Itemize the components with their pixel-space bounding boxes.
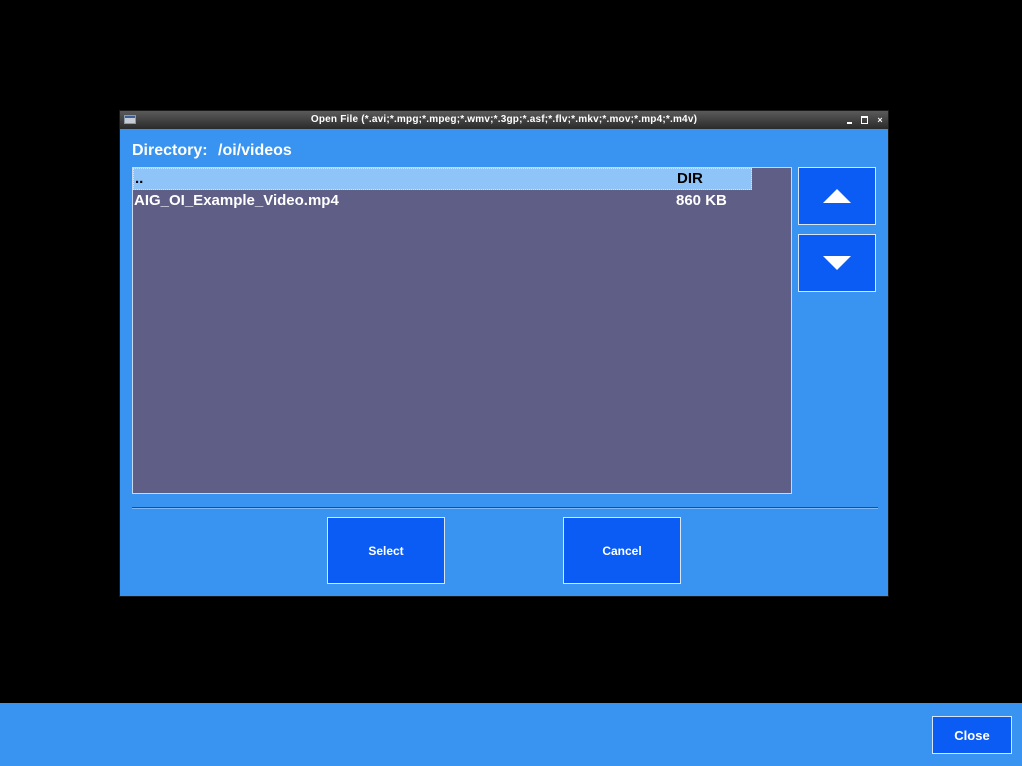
- file-name: ..: [135, 170, 144, 187]
- bottom-bar: Close: [0, 703, 1022, 766]
- arrow-down-icon: [823, 256, 851, 270]
- window-icon: [124, 115, 136, 124]
- select-button[interactable]: Select: [327, 517, 445, 584]
- open-file-dialog: Open File (*.avi;*.mpg;*.mpeg;*.wmv;*.3g…: [119, 110, 889, 597]
- close-button[interactable]: Close: [932, 716, 1012, 754]
- list-item-parent-dir[interactable]: .. DIR: [133, 168, 752, 190]
- file-list[interactable]: .. DIR AIG_OI_Example_Video.mp4 860 KB: [132, 167, 792, 494]
- divider: [132, 507, 878, 509]
- titlebar[interactable]: Open File (*.avi;*.mpg;*.mpeg;*.wmv;*.3g…: [120, 111, 888, 129]
- arrow-up-icon: [823, 189, 851, 203]
- minimize-icon[interactable]: [846, 111, 854, 129]
- cancel-button[interactable]: Cancel: [563, 517, 681, 584]
- screen: Open File (*.avi;*.mpg;*.mpeg;*.wmv;*.3g…: [0, 0, 1022, 766]
- file-name: AIG_OI_Example_Video.mp4: [134, 192, 339, 209]
- directory-path: /oi/videos: [218, 142, 292, 159]
- scroll-up-button[interactable]: [798, 167, 876, 225]
- window-title: Open File (*.avi;*.mpg;*.mpeg;*.wmv;*.3g…: [310, 114, 698, 125]
- file-size: DIR: [677, 170, 703, 187]
- directory-row: Directory: /oi/videos: [132, 142, 292, 160]
- list-item-video-file[interactable]: AIG_OI_Example_Video.mp4 860 KB: [133, 190, 791, 212]
- file-size: 860 KB: [676, 192, 727, 209]
- close-icon[interactable]: ×: [876, 111, 884, 129]
- scroll-down-button[interactable]: [798, 234, 876, 292]
- maximize-icon[interactable]: [861, 111, 869, 129]
- window-controls: ×: [846, 111, 884, 129]
- directory-label: Directory:: [132, 142, 208, 159]
